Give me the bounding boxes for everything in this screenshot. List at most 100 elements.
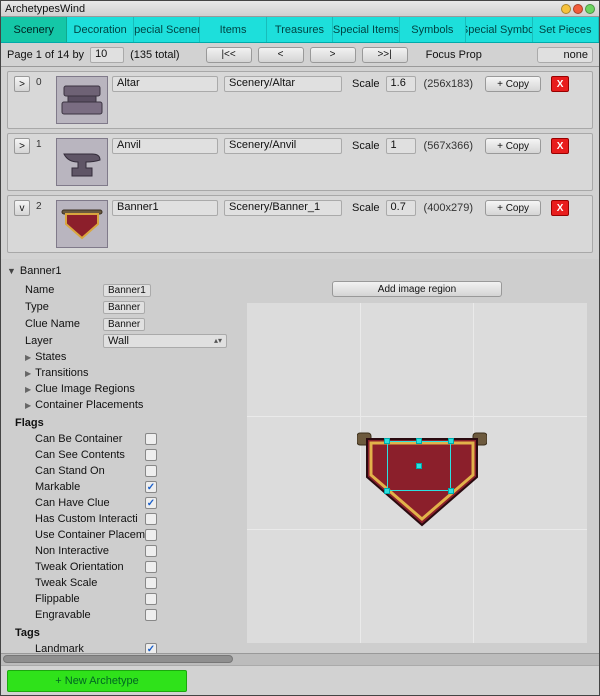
type-field[interactable]: Banner [103,301,145,314]
name-field[interactable]: Banner1 [103,284,151,297]
h-scrollbar[interactable] [1,653,599,665]
banner-icon [58,204,106,244]
name-input[interactable]: Altar [112,76,218,92]
flag-checkbox[interactable] [145,609,157,621]
region-handle-br[interactable] [448,488,454,494]
detail-title: Banner1 [20,265,62,277]
tab-treasures[interactable]: Treasures [267,17,333,42]
flag-label: Engravable [35,609,145,621]
tree-label: Container Placements [35,399,143,411]
flag-checkbox[interactable] [145,529,157,541]
delete-button[interactable]: X [551,200,569,216]
region-handle-bl[interactable] [384,488,390,494]
prev-page-button[interactable]: < [258,47,304,63]
name-input[interactable]: Anvil [112,138,218,154]
expand-button[interactable]: v [14,200,30,216]
flag-label: Has Custom Interacti [35,513,145,525]
paging-label: Page 1 of 14 by [7,49,84,61]
tab-special-scenery[interactable]: Special Scenery [134,17,200,42]
copy-button[interactable]: + Copy [485,138,541,154]
paging-total: (135 total) [130,49,180,61]
path-input[interactable]: Scenery/Anvil [224,138,342,154]
tree-transitions[interactable]: ▶Transitions [7,365,227,381]
region-handle-tm[interactable] [416,438,422,444]
flag-label: Can Have Clue [35,497,145,509]
flag-checkbox[interactable] [145,513,157,525]
last-page-button[interactable]: >>| [362,47,408,63]
tree-clue-image-regions[interactable]: ▶ Clue Image Regions [7,381,227,397]
tab-scenery[interactable]: Scenery [1,17,67,42]
flag-checkbox[interactable] [145,433,157,445]
flag-row: Can Have Clue [7,495,227,511]
first-page-button[interactable]: |<< [206,47,252,63]
flag-label: Tweak Scale [35,577,145,589]
delete-button[interactable]: X [551,76,569,92]
new-archetype-button[interactable]: + New Archetype [7,670,187,692]
path-input[interactable]: Scenery/Banner_1 [224,200,342,216]
flag-checkbox[interactable] [145,593,157,605]
flag-checkbox[interactable] [145,465,157,477]
flag-checkbox[interactable] [145,481,157,493]
tree-states[interactable]: ▶States [7,349,227,365]
image-area: Add image region [241,281,593,653]
flag-label: Use Container Placem [35,529,145,541]
flag-checkbox[interactable] [145,561,157,573]
scrollbar-thumb[interactable] [3,655,233,663]
scale-input[interactable]: 0.7 [386,200,416,216]
copy-button[interactable]: + Copy [485,76,541,92]
expand-button[interactable]: > [14,76,30,92]
expand-button[interactable]: > [14,138,30,154]
minimize-icon[interactable] [561,4,571,14]
footer: + New Archetype [1,665,599,695]
tab-items[interactable]: Items [200,17,266,42]
region-handle-tr[interactable] [448,438,454,444]
add-image-region-button[interactable]: Add image region [332,281,502,297]
tab-symbols[interactable]: Symbols [400,17,466,42]
field-label-type: Type [7,301,103,313]
image-canvas[interactable] [247,303,587,643]
copy-button[interactable]: + Copy [485,200,541,216]
tree-container-placements[interactable]: ▶Container Placements [7,397,227,413]
list-item: v 2 Banner1 Scenery/Banner_1 Scale 0.7 (… [7,195,593,253]
tree-label: Clue Image Regions [35,383,135,395]
next-page-button[interactable]: > [310,47,356,63]
triangle-right-icon: ▶ [25,385,31,394]
zoom-icon[interactable] [585,4,595,14]
flag-checkbox[interactable] [145,449,157,461]
tab-decoration[interactable]: Decoration [67,17,133,42]
chevron-updown-icon: ▴▾ [214,336,222,345]
region-handle-tl[interactable] [384,438,390,444]
flag-row: Can Be Container [7,431,227,447]
flag-row: Non Interactive [7,543,227,559]
delete-button[interactable]: X [551,138,569,154]
scale-input[interactable]: 1.6 [386,76,416,92]
titlebar: ArchetypesWind [1,1,599,17]
tab-special-items[interactable]: Special Items [333,17,399,42]
page-size-input[interactable]: 10 [90,47,124,63]
scale-label: Scale [352,140,380,152]
name-input[interactable]: Banner1 [112,200,218,216]
tab-set-pieces[interactable]: Set Pieces [533,17,599,42]
flag-checkbox[interactable] [145,545,157,557]
triangle-right-icon: ▶ [25,369,31,378]
flag-label: Can See Contents [35,449,145,461]
path-input[interactable]: Scenery/Altar [224,76,342,92]
properties-panel: NameBanner1 TypeBanner Clue NameBanner L… [7,281,227,653]
region-handle-center[interactable] [416,463,422,469]
flag-label: Flippable [35,593,145,605]
flag-row: Can See Contents [7,447,227,463]
tab-special-symbol[interactable]: Special Symbol [466,17,532,42]
flag-checkbox[interactable] [145,497,157,509]
layer-dropdown[interactable]: Wall▴▾ [103,334,227,348]
flag-checkbox[interactable] [145,577,157,589]
row-index: 1 [36,138,52,150]
paging-bar: Page 1 of 14 by 10 (135 total) |<< < > >… [1,43,599,67]
scale-input[interactable]: 1 [386,138,416,154]
scale-label: Scale [352,78,380,90]
flag-row: Can Stand On [7,463,227,479]
tag-checkbox[interactable] [145,643,157,653]
foldout-icon[interactable]: ▼ [7,266,16,276]
focus-prop-dropdown[interactable]: none [537,47,593,63]
cluename-field[interactable]: Banner [103,318,145,331]
close-icon[interactable] [573,4,583,14]
